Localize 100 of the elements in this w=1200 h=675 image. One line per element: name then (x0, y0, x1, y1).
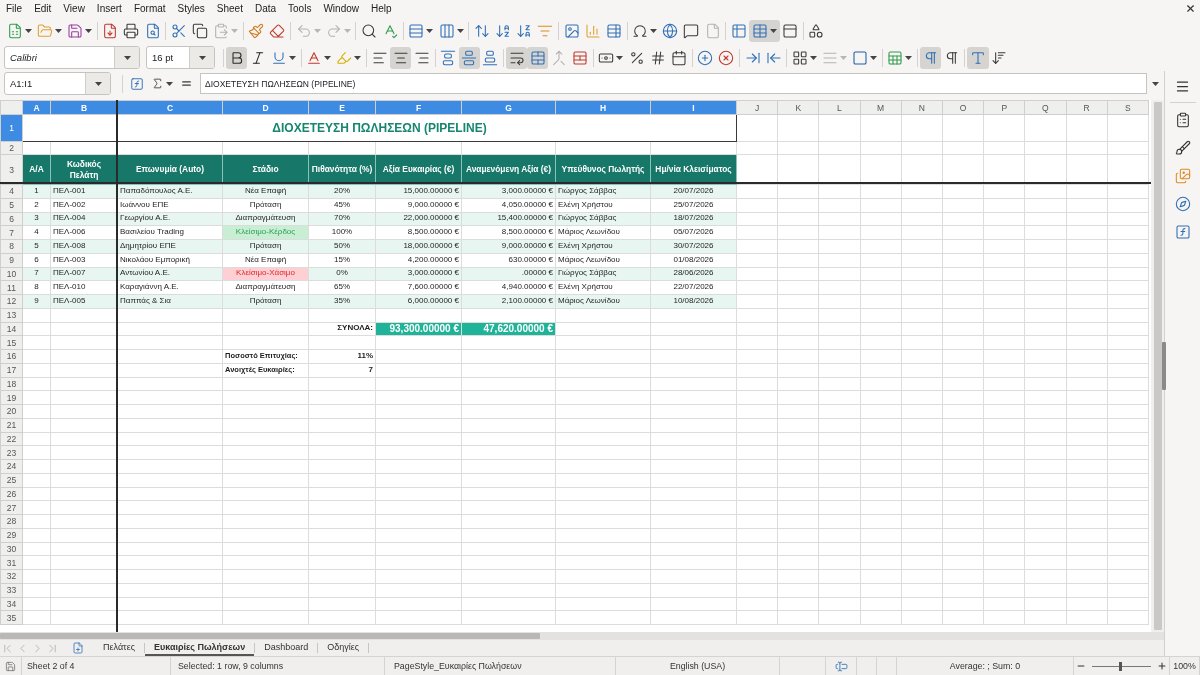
column-header[interactable]: I (650, 100, 737, 115)
column-header[interactable]: C (117, 100, 223, 115)
caret-icon (324, 55, 332, 60)
selection-info: Selected: 1 row, 9 columns (178, 661, 284, 671)
sheet-title: ΔΙΟΧΕΤΕΥΣΗ ΠΩΛΗΣΕΩΝ (PIPELINE) (22, 114, 737, 142)
name-box-dropdown[interactable] (85, 73, 110, 94)
column-header[interactable]: R (1066, 100, 1108, 115)
name-box[interactable]: A1:I1 (4, 72, 111, 95)
column-header[interactable]: S (1107, 100, 1149, 115)
menu-item[interactable]: Format (127, 0, 172, 17)
column-header[interactable]: O (942, 100, 984, 115)
wrap-text-button[interactable] (506, 46, 528, 69)
sidebar-collapse-handle[interactable] (1162, 342, 1166, 390)
caret-icon (24, 28, 32, 33)
row-header[interactable]: 1 (0, 114, 23, 142)
sheet-indicator: Sheet 2 of 4 (27, 661, 75, 671)
sort-icon (473, 22, 490, 39)
column-header[interactable]: E (308, 100, 376, 115)
caret-icon (616, 55, 624, 60)
column-header[interactable]: K (777, 100, 819, 115)
menu-item[interactable]: Data (248, 0, 283, 17)
undo-icon (295, 22, 312, 39)
sheet-tab[interactable]: Dashboard (255, 640, 318, 656)
sort-ascending-icon (494, 22, 511, 39)
sheet-tab[interactable]: Οδηγίες (318, 640, 369, 656)
caret-icon (166, 81, 173, 86)
align-middle-button[interactable] (458, 46, 480, 69)
compass-icon (1174, 196, 1191, 212)
merge-cells-icon (529, 49, 546, 66)
column-header[interactable]: Q (1024, 100, 1066, 115)
merge-center-button[interactable] (527, 46, 549, 69)
column-header[interactable]: F (375, 100, 462, 115)
column-header[interactable]: M (860, 100, 902, 115)
stat-value: 7 (308, 363, 376, 377)
spreadsheet-file-icon (6, 22, 23, 39)
menu-item[interactable]: File (0, 0, 29, 17)
menu-item[interactable]: Tools (282, 0, 318, 17)
menu-item[interactable]: Styles (171, 0, 211, 17)
column-header[interactable]: B (50, 100, 118, 115)
shapes-icon (808, 22, 825, 39)
font-name-field[interactable]: Calibri (4, 46, 140, 69)
page-icon (704, 22, 721, 39)
bold-button[interactable] (226, 46, 248, 69)
column-header[interactable]: P (983, 100, 1025, 115)
formula-input[interactable]: ΔΙΟΧΕΤΕΥΣΗ ΠΩΛΗΣΕΩΝ (PIPELINE) (200, 73, 1147, 94)
menu-item[interactable]: View (57, 0, 91, 17)
caret-icon (84, 28, 92, 33)
column-header[interactable]: N (901, 100, 943, 115)
caret-icon (840, 55, 848, 60)
table-icon (605, 22, 622, 39)
column-header[interactable]: D (222, 100, 309, 115)
omega-icon (632, 22, 649, 39)
menu-item[interactable]: Insert (90, 0, 128, 17)
caret-icon (426, 28, 434, 33)
horizontal-scrollbar[interactable] (0, 632, 1164, 640)
font-name-dropdown[interactable] (114, 47, 139, 68)
menu-item[interactable]: Edit (28, 0, 58, 17)
close-document-button[interactable] (1185, 3, 1196, 14)
align-center-button[interactable] (390, 46, 412, 69)
sheet-tab[interactable]: Πελάτες (94, 640, 144, 656)
column-header[interactable]: A (22, 100, 51, 115)
file-search-icon (144, 22, 161, 39)
menu-item[interactable]: Help (365, 0, 398, 17)
grid-icon (791, 49, 808, 66)
font-size-dropdown[interactable] (189, 47, 214, 68)
zoom-reading[interactable]: 100% (1173, 661, 1196, 671)
function-icon (1174, 224, 1191, 240)
paintbrush-icon (248, 22, 265, 39)
zoom-slider-thumb[interactable] (1118, 661, 1122, 671)
column-header[interactable]: J (736, 100, 778, 115)
column-header[interactable]: H (555, 100, 651, 115)
image-icon (563, 22, 580, 39)
sigma-icon (151, 77, 164, 90)
text-horizontal-button[interactable] (967, 46, 989, 69)
left-to-right-button[interactable] (920, 46, 942, 69)
caret-icon (354, 55, 362, 60)
hash-icon (649, 49, 666, 66)
menu-item[interactable]: Window (317, 0, 365, 17)
panel-icon (782, 22, 799, 39)
text-cursor-icon (834, 659, 848, 673)
menu-icon (1175, 78, 1190, 94)
rows-icon (408, 22, 425, 39)
speech-bubble-icon (683, 22, 700, 39)
images-icon (1174, 168, 1191, 184)
font-size-field[interactable]: 16 pt (146, 46, 215, 69)
save-icon (5, 660, 16, 672)
sort-down-icon (991, 49, 1008, 66)
underline-icon (270, 49, 287, 66)
freeze-button[interactable] (749, 19, 780, 42)
square-icon (852, 49, 869, 66)
vertical-scrollbar[interactable] (1151, 100, 1164, 632)
columns-icon (438, 22, 455, 39)
column-header[interactable]: G (461, 100, 556, 115)
caret-icon (809, 55, 817, 60)
x-circle-icon (718, 49, 735, 66)
column-header[interactable]: L (818, 100, 861, 115)
caret-icon (123, 55, 131, 60)
menu-item[interactable]: Sheet (210, 0, 249, 17)
split-cells-icon (572, 49, 589, 66)
caret-icon (1152, 81, 1159, 86)
